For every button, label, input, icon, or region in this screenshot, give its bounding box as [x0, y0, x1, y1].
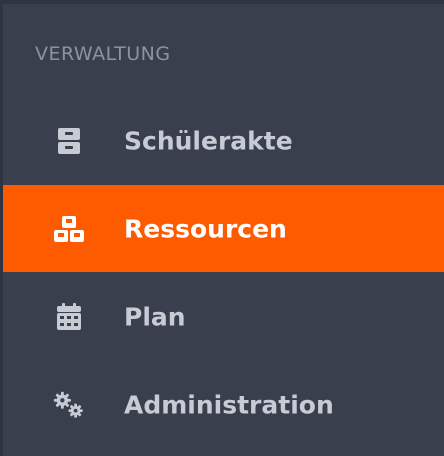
gears-icon [52, 388, 86, 422]
cubes-icon [52, 212, 86, 246]
calendar-icon [52, 300, 86, 334]
archive-icon [52, 124, 86, 158]
sidebar-item-plan[interactable]: Plan [3, 273, 444, 360]
sidebar-top-border [0, 0, 444, 4]
sidebar-item-schuelerakte[interactable]: Schülerakte [3, 97, 444, 184]
sidebar-item-label: Administration [124, 390, 334, 419]
sidebar-item-ressourcen[interactable]: Ressourcen [3, 185, 444, 272]
section-title: VERWALTUNG [35, 43, 171, 65]
sidebar-item-label: Plan [124, 302, 186, 331]
sidebar-item-label: Schülerakte [124, 126, 293, 155]
sidebar-item-label: Ressourcen [124, 214, 287, 243]
sidebar: VERWALTUNG Schülerakte Ressourcen Plan A… [0, 0, 444, 456]
sidebar-item-administration[interactable]: Administration [3, 361, 444, 448]
